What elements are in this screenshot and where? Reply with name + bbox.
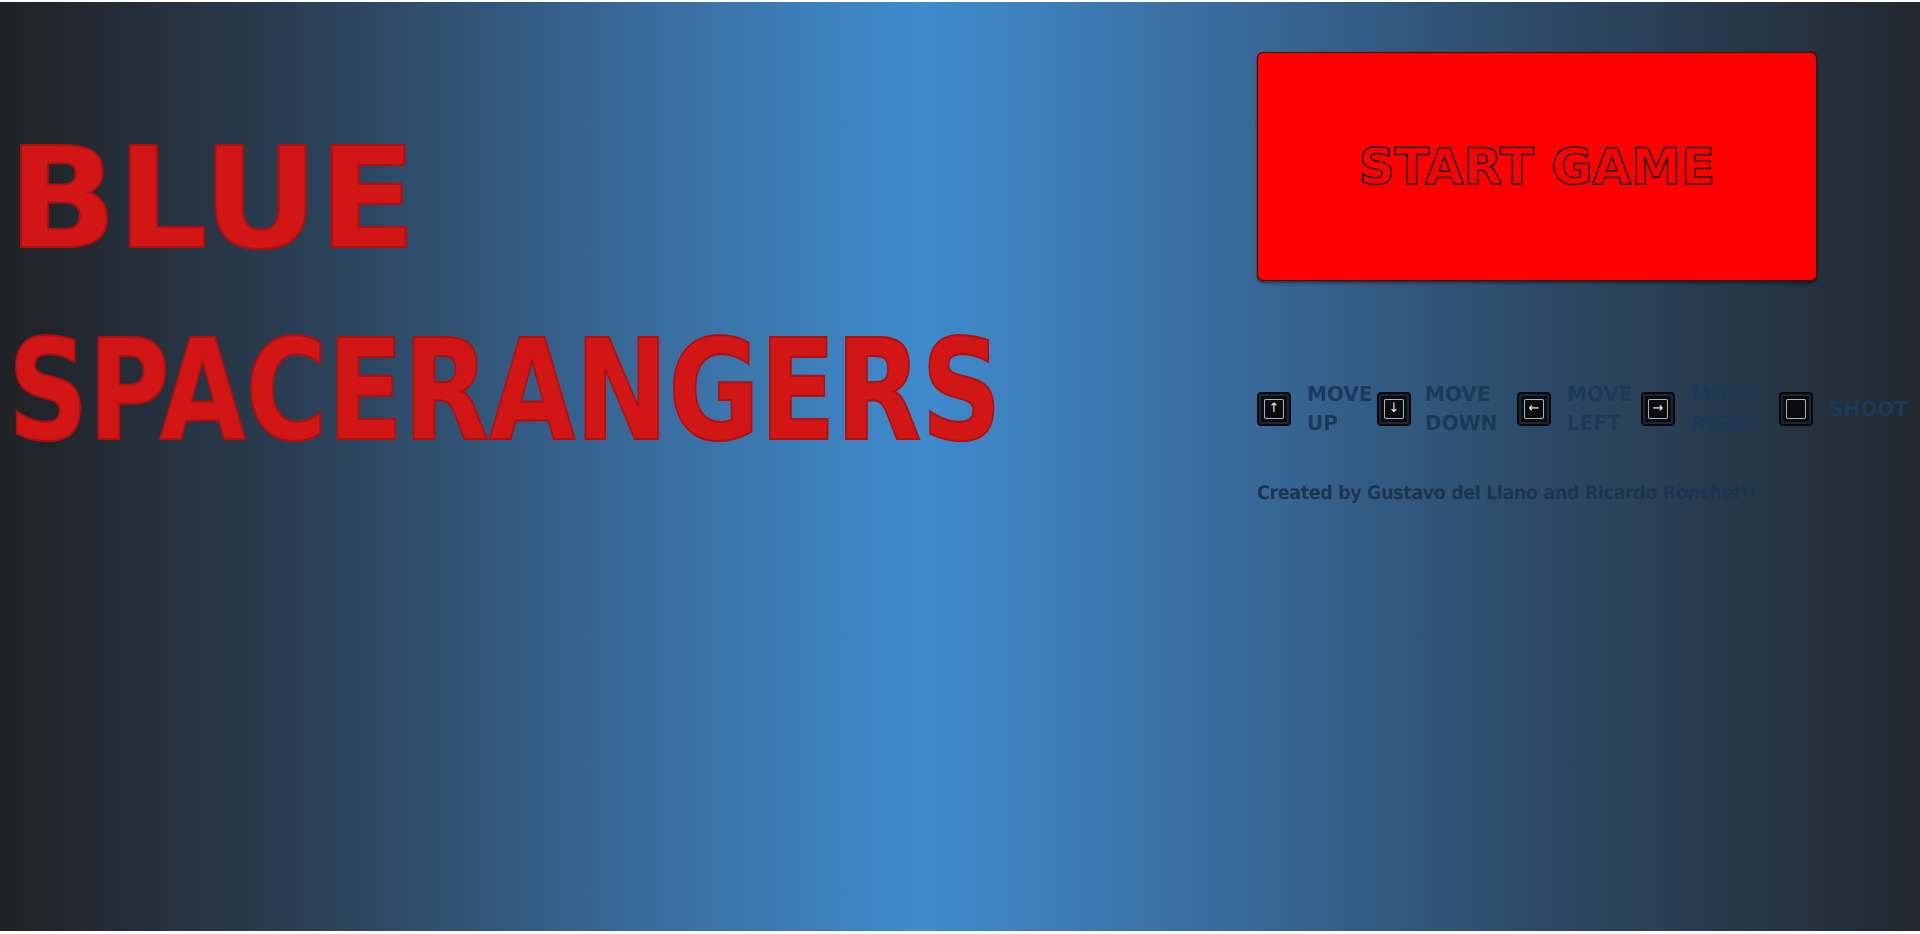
control-label-line-2: Left (1567, 411, 1621, 435)
arrow-up-glyph: ↑ (1264, 399, 1284, 419)
arrow-up-key-icon: ↑ (1257, 392, 1291, 426)
arrow-right-key-icon: → (1641, 392, 1675, 426)
credits-text: Created by Gustavo del Llano and Ricardo… (1257, 482, 1755, 504)
start-game-button[interactable]: Start Game (1257, 52, 1817, 281)
space-key-icon (1779, 392, 1813, 426)
game-title-word-spacerangers: Spacerangers (7, 310, 1002, 473)
start-game-label: Start Game (1358, 137, 1716, 197)
control-label-line-1: Move (1425, 382, 1491, 406)
title-screen: Blue Spacerangers Start Game ↑ Move Up ↓… (0, 0, 1920, 934)
arrow-down-glyph: ↓ (1384, 399, 1404, 419)
arrow-right-glyph: → (1648, 399, 1668, 419)
game-title-line-1: Blue (7, 129, 417, 271)
game-title-line-2: Spacerangers (7, 321, 1002, 463)
arrow-left-key-icon: ← (1517, 392, 1551, 426)
game-page: Blue Spacerangers Start Game ↑ Move Up ↓… (0, 0, 1920, 934)
space-glyph (1786, 399, 1806, 419)
control-label-line-2: Right (1691, 411, 1761, 435)
control-label-line-1: Move (1307, 382, 1373, 406)
control-label-move-left: Move Left (1567, 380, 1633, 438)
controls-legend: ↑ Move Up ↓ Move Down ← Move Left (1257, 380, 1917, 440)
game-title-word-blue: Blue (7, 118, 417, 281)
control-label-move-up: Move Up (1307, 380, 1373, 438)
arrow-left-glyph: ← (1524, 399, 1544, 419)
control-label-shoot: Shoot (1829, 395, 1908, 424)
control-label-move-right: Move Right (1691, 380, 1761, 438)
control-label-line-1: Move (1567, 382, 1633, 406)
control-label-move-down: Move Down (1425, 380, 1497, 438)
control-label-line-1: Move (1691, 382, 1757, 406)
control-label-line-2: Up (1307, 411, 1338, 435)
control-label-line-2: Down (1425, 411, 1498, 435)
arrow-down-key-icon: ↓ (1377, 392, 1411, 426)
control-label-line-1: Shoot (1829, 397, 1908, 421)
